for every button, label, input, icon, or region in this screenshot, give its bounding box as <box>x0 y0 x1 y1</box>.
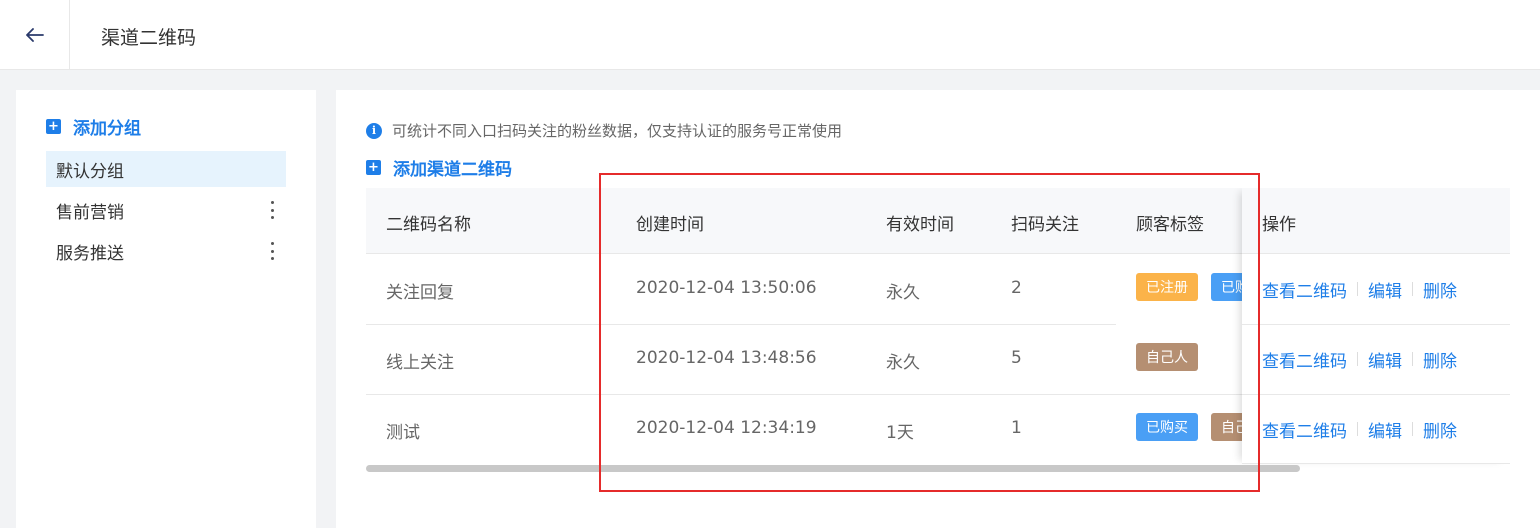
back-button[interactable] <box>0 0 70 70</box>
sidebar-item-label: 服务推送 <box>56 243 124 264</box>
edit-link[interactable]: 编辑 <box>1368 417 1402 442</box>
action-separator <box>1412 352 1413 366</box>
action-separator <box>1412 422 1413 436</box>
info-tip-text: 可统计不同入口扫码关注的粉丝数据，仅支持认证的服务号正常使用 <box>392 122 843 140</box>
fixed-actions-column: 操作 查看二维码 编辑 删除 查看二维码 编辑 删除 查看二维码 编辑 删除 <box>1242 188 1510 464</box>
more-vertical-icon[interactable] <box>270 201 274 219</box>
info-tip: i 可统计不同入口扫码关注的粉丝数据，仅支持认证的服务号正常使用 <box>366 120 842 141</box>
sidebar-item-service-push[interactable]: 服务推送 <box>46 233 286 269</box>
edit-link[interactable]: 编辑 <box>1368 347 1402 372</box>
delete-link[interactable]: 删除 <box>1423 417 1457 442</box>
action-separator <box>1357 282 1358 296</box>
add-qr-code-button[interactable]: + 添加渠道二维码 <box>366 155 512 180</box>
action-separator <box>1412 282 1413 296</box>
edit-link[interactable]: 编辑 <box>1368 277 1402 302</box>
top-bar: 渠道二维码 <box>0 0 1540 70</box>
row-name: 测试 <box>386 423 420 443</box>
plus-icon: + <box>46 119 61 134</box>
add-qr-code-label: 添加渠道二维码 <box>393 160 512 180</box>
plus-icon: + <box>366 160 381 175</box>
sidebar-item-default-group[interactable]: 默认分组 <box>46 151 286 187</box>
page-title: 渠道二维码 <box>101 27 197 49</box>
highlight-annotation-box <box>599 173 1260 492</box>
column-header-name: 二维码名称 <box>386 215 471 235</box>
sidebar-item-label: 默认分组 <box>56 161 124 182</box>
action-separator <box>1357 352 1358 366</box>
arrow-left-icon <box>25 28 44 42</box>
row-divider <box>1242 463 1510 464</box>
more-vertical-icon[interactable] <box>270 242 274 260</box>
delete-link[interactable]: 删除 <box>1423 347 1457 372</box>
info-icon: i <box>366 122 382 139</box>
delete-link[interactable]: 删除 <box>1423 277 1457 302</box>
row-name: 关注回复 <box>386 283 454 303</box>
row-actions: 查看二维码 编辑 删除 <box>1262 324 1457 394</box>
sidebar-item-presales[interactable]: 售前营销 <box>46 192 286 228</box>
row-actions: 查看二维码 编辑 删除 <box>1262 254 1457 324</box>
action-separator <box>1357 422 1358 436</box>
add-group-label: 添加分组 <box>73 119 141 139</box>
add-group-button[interactable]: + 添加分组 <box>46 114 141 139</box>
sidebar-item-label: 售前营销 <box>56 202 124 223</box>
column-header-actions-cell: 操作 <box>1242 188 1510 254</box>
column-header-actions: 操作 <box>1262 215 1296 235</box>
group-sidebar: + 添加分组 默认分组 售前营销 服务推送 <box>16 90 316 528</box>
view-qr-code-link[interactable]: 查看二维码 <box>1262 277 1347 302</box>
row-actions: 查看二维码 编辑 删除 <box>1262 394 1457 464</box>
view-qr-code-link[interactable]: 查看二维码 <box>1262 347 1347 372</box>
view-qr-code-link[interactable]: 查看二维码 <box>1262 417 1347 442</box>
row-name: 线上关注 <box>386 353 454 373</box>
